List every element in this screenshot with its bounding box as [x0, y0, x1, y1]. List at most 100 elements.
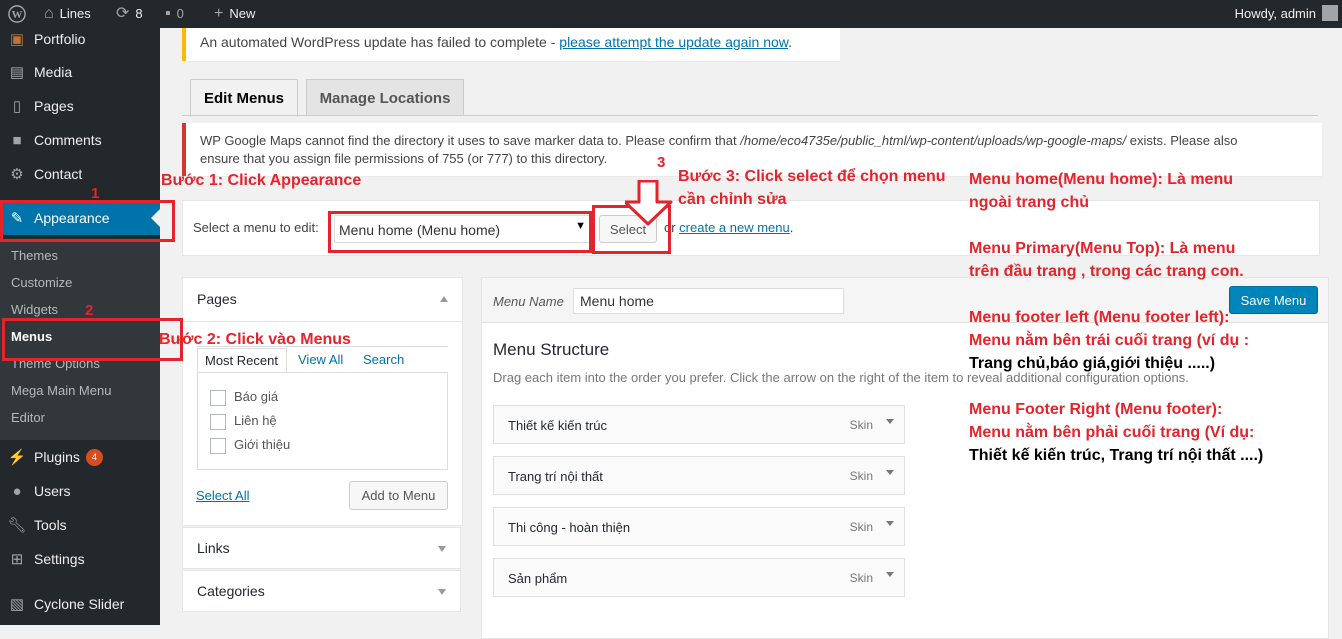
note-menu-home-line-2: ngoài trang chủ: [969, 194, 1089, 211]
page-checkbox-item[interactable]: Báo giá: [210, 389, 278, 406]
tabs-divider: [182, 115, 1318, 116]
maps-notice-text-2: exists. Please also: [1126, 133, 1238, 148]
sidebar-item-label: Users: [34, 483, 71, 499]
links-accordion[interactable]: Links: [182, 527, 461, 569]
sidebar-item-label: Comments: [34, 132, 102, 148]
collapse-arrow-icon[interactable]: [440, 296, 448, 302]
menu-item-title: Trang trí nội thất: [508, 469, 603, 484]
pages-icon: ▯: [12, 98, 22, 115]
expand-arrow-icon[interactable]: [886, 419, 894, 424]
submenu-mega-main-menu[interactable]: Mega Main Menu: [11, 383, 111, 398]
site-name-link[interactable]: ⌂ Lines: [44, 0, 91, 28]
save-menu-button[interactable]: Save Menu: [1229, 286, 1318, 314]
users-icon: ●: [12, 482, 22, 500]
note-footer-left-example: Trang chủ,báo giá,giới thiệu .....): [969, 355, 1216, 372]
pages-metabox-title: Pages: [197, 291, 237, 307]
submenu-customize[interactable]: Customize: [11, 275, 72, 290]
expand-arrow-icon: [438, 589, 446, 595]
menu-item-title: Sản phẩm: [508, 571, 568, 586]
updates-count: 8: [135, 6, 143, 21]
note-footer-left-line-2: Menu nằm bên trái cuối trang (ví dụ :: [969, 332, 1250, 349]
page-checkbox-item[interactable]: Giới thiệu: [210, 437, 290, 454]
page-item-label: Báo giá: [234, 389, 279, 404]
avatar[interactable]: [1322, 5, 1338, 21]
menu-name-input[interactable]: Menu home: [573, 288, 844, 314]
tab-most-recent[interactable]: Most Recent: [197, 348, 287, 372]
retry-update-link[interactable]: please attempt the update again now: [559, 34, 788, 50]
maps-notice-text-3: ensure that you assign file permissions …: [200, 151, 608, 166]
portfolio-icon: ▣: [9, 31, 25, 48]
select-all-link[interactable]: Select All: [196, 488, 249, 503]
updates-icon: ⟳: [116, 5, 130, 22]
highlight-box-menus: [2, 318, 183, 361]
admin-bar: W ⌂ Lines ⟳ 8 ▪ 0 + New Howdy, admin: [0, 0, 1342, 28]
my-account-link[interactable]: Howdy, admin: [1235, 0, 1316, 28]
sidebar-item-label: Media: [34, 64, 73, 80]
pages-metabox: Pages Most Recent View All Search Báo gi…: [182, 277, 463, 526]
tab-view-all[interactable]: View All: [298, 352, 343, 367]
comment-bubble-icon: ▪: [165, 5, 171, 22]
menu-item[interactable]: Sản phẩm Skin: [493, 558, 905, 597]
tools-icon: 🔧︎: [7, 517, 27, 534]
menu-item[interactable]: Thi công - hoàn thiện Skin: [493, 507, 905, 546]
checkbox[interactable]: [210, 413, 226, 430]
expand-arrow-icon: [438, 546, 446, 552]
tab-manage-locations[interactable]: Manage Locations: [306, 79, 464, 116]
tab-label: Most Recent: [205, 353, 278, 368]
note-footer-right-line-1: Menu Footer Right (Menu footer):: [969, 401, 1223, 418]
wordpress-logo-icon[interactable]: W: [8, 0, 26, 28]
sidebar-item-label: Settings: [34, 551, 85, 567]
checkbox[interactable]: [210, 389, 226, 406]
note-footer-right-line-2: Menu nằm bên phải cuối trang (Ví dụ:: [969, 424, 1255, 441]
submenu-widgets[interactable]: Widgets: [11, 302, 58, 317]
step-2-annotation: Bước 2: Click vào Menus: [159, 331, 351, 348]
notice-text: An automated WordPress update has failed…: [200, 34, 560, 50]
sidebar-item-label: Tools: [34, 517, 67, 533]
categories-accordion[interactable]: Categories: [182, 570, 461, 612]
step-1-annotation: Bước 1: Click Appearance: [161, 172, 362, 189]
tab-edit-menus[interactable]: Edit Menus: [190, 79, 298, 117]
expand-arrow-icon[interactable]: [886, 521, 894, 526]
new-content-link[interactable]: + New: [214, 0, 255, 28]
comments-icon: ■: [12, 131, 22, 149]
sidebar-item-cyclone-slider[interactable]: ▧ Cyclone Slider: [0, 587, 160, 621]
add-to-menu-button[interactable]: Add to Menu: [349, 481, 448, 510]
menu-item[interactable]: Thiết kế kiến trúc Skin: [493, 405, 905, 444]
add-to-menu-label: Add to Menu: [361, 488, 436, 503]
sidebar-item-pages[interactable]: ▯ Pages: [0, 89, 160, 123]
note-menu-primary-line-2: trên đầu trang , trong các trang con.: [969, 263, 1244, 280]
updates-link[interactable]: ⟳ 8: [116, 0, 143, 28]
notice-text-tail: .: [788, 34, 793, 50]
sidebar-item-media[interactable]: ▤ Media: [0, 55, 160, 89]
create-new-menu-link[interactable]: create a new menu: [679, 220, 790, 235]
settings-icon: ⊞: [10, 551, 24, 568]
menu-name-label: Menu Name: [493, 294, 564, 309]
sidebar-item-tools[interactable]: 🔧︎ Tools: [0, 508, 160, 542]
media-icon: ▤: [9, 64, 25, 81]
tab-search[interactable]: Search: [363, 352, 404, 367]
page-item-label: Giới thiệu: [234, 437, 291, 452]
sidebar-item-contact[interactable]: ⚙ Contact: [0, 157, 160, 191]
note-menu-home-line-1: Menu home(Menu home): Là menu: [969, 171, 1233, 188]
svg-text:W: W: [12, 9, 23, 21]
expand-arrow-icon[interactable]: [886, 572, 894, 577]
sidebar-item-comments[interactable]: ■ Comments: [0, 123, 160, 157]
menu-name-value: Menu home: [580, 293, 654, 309]
note-footer-right-example: Thiết kế kiến trúc, Trang trí nội thất .…: [969, 447, 1264, 464]
menu-structure-title: Menu Structure: [493, 340, 610, 359]
pages-metabox-header[interactable]: Pages: [183, 278, 462, 322]
submenu-themes[interactable]: Themes: [11, 248, 58, 263]
menu-item[interactable]: Trang trí nội thất Skin: [493, 456, 905, 495]
expand-arrow-icon[interactable]: [886, 470, 894, 475]
sidebar-item-settings[interactable]: ⊞ Settings: [0, 542, 160, 576]
comments-link[interactable]: ▪ 0: [165, 0, 184, 28]
page-checkbox-item[interactable]: Liên hệ: [210, 413, 277, 430]
step-3-annotation-line-2: cần chỉnh sửa: [678, 191, 787, 208]
sidebar-item-users[interactable]: ● Users: [0, 474, 160, 508]
submenu-editor[interactable]: Editor: [11, 410, 45, 425]
sidebar-item-label: Contact: [34, 166, 83, 182]
checkbox[interactable]: [210, 437, 226, 454]
step-3-annotation-line-1: Bước 3: Click select để chọn menu: [678, 168, 946, 185]
site-name-label: Lines: [59, 6, 91, 21]
sidebar-item-plugins[interactable]: ⚡ Plugins 4: [0, 440, 160, 474]
